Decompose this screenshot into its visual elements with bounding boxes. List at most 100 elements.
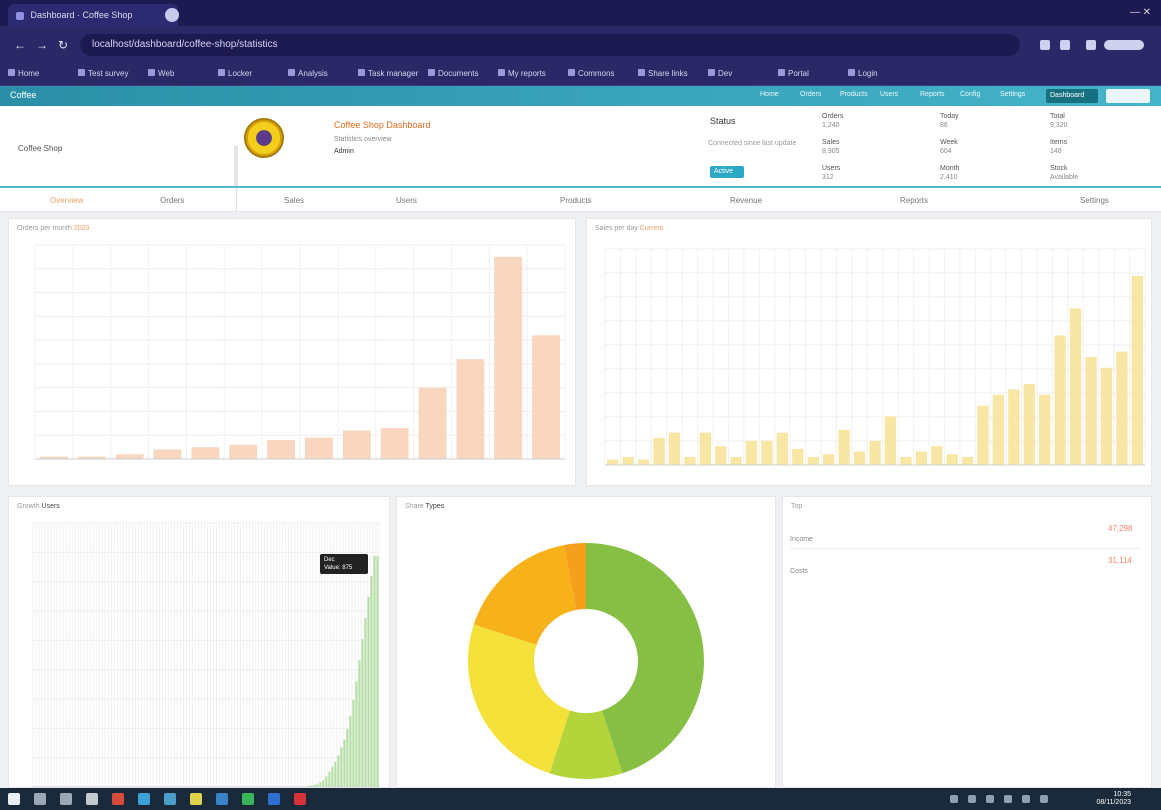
stat-label: Total	[1050, 113, 1065, 120]
chart-bar	[328, 771, 331, 787]
user-avatar[interactable]	[1106, 89, 1150, 103]
taskbar-app-icon[interactable]	[138, 793, 150, 805]
window-controls[interactable]: — ✕	[1130, 7, 1151, 18]
chart-bar	[900, 456, 912, 465]
tray-icon[interactable]	[1040, 795, 1048, 803]
taskbar-app-icon[interactable]	[190, 793, 202, 805]
stat-label: Items	[1050, 139, 1068, 146]
bookmark-label: Documents	[438, 69, 479, 78]
bookmark-item[interactable]: Commons	[568, 69, 614, 78]
system-clock[interactable]: 10:35 08/11/2023	[1096, 791, 1131, 807]
taskbar-app-icon[interactable]	[268, 793, 280, 805]
taskbar-app-icon[interactable]	[242, 793, 254, 805]
taskbar-app-icon[interactable]	[216, 793, 228, 805]
tab-reports[interactable]: Reports	[900, 196, 928, 205]
header-stat: Orders 1,240	[822, 112, 843, 130]
taskbar-app-icon[interactable]	[8, 793, 20, 805]
tray-icon[interactable]	[1004, 795, 1012, 803]
bookmark-item[interactable]: Web	[148, 69, 174, 78]
url-input[interactable]: localhost/dashboard/coffee-shop/statisti…	[80, 34, 1020, 56]
bookmark-item[interactable]: Portal	[778, 69, 809, 78]
tray-icon[interactable]	[968, 795, 976, 803]
menu-item[interactable]: Users	[880, 91, 898, 98]
chart-bar	[358, 660, 361, 787]
chart-bar	[376, 556, 379, 787]
orders-bar-chart	[34, 244, 566, 460]
tab-users[interactable]: Users	[396, 196, 417, 205]
taskbar-app-icon[interactable]	[164, 793, 176, 805]
taskbar-app-icon[interactable]	[294, 793, 306, 805]
header-user: Admin	[334, 148, 354, 155]
donut-slice	[467, 624, 570, 774]
tooltip-title: Dec	[324, 557, 335, 563]
tab-settings[interactable]: Settings	[1080, 196, 1109, 205]
chart-bar	[319, 782, 322, 787]
browser-tab[interactable]: Dashboard · Coffee Shop	[8, 4, 178, 26]
bookmark-label: Home	[18, 69, 40, 78]
bookmark-icon	[288, 69, 295, 76]
bookmark-item[interactable]: My reports	[498, 69, 546, 78]
chart-bar	[456, 359, 485, 459]
menu-item[interactable]: Settings	[1000, 91, 1025, 98]
profile-icon[interactable]	[1086, 40, 1096, 50]
stat-value: 86	[940, 122, 948, 129]
tab-revenue[interactable]: Revenue	[730, 196, 762, 205]
bookmark-icon	[778, 69, 785, 76]
chart-bar	[792, 448, 804, 465]
tab-sales[interactable]: Sales	[284, 196, 304, 205]
panel-title-highlight: Types	[425, 503, 445, 510]
menu-item[interactable]: Reports	[920, 91, 945, 98]
chart-bar	[1116, 351, 1128, 465]
tab-overview[interactable]: Overview	[50, 196, 83, 205]
bookmark-item[interactable]: Analysis	[288, 69, 328, 78]
bookmark-item[interactable]: Home	[8, 69, 39, 78]
tab-orders[interactable]: Orders	[160, 196, 184, 205]
header-title: Coffee Shop Dashboard	[334, 120, 431, 130]
tray-icon[interactable]	[986, 795, 994, 803]
bookmark-item[interactable]: Login	[848, 69, 878, 78]
stat-value: 2,410	[940, 174, 958, 181]
bookmark-item[interactable]: Dev	[708, 69, 732, 78]
chart-bar	[361, 639, 364, 787]
chart-bar	[977, 405, 989, 465]
bookmarks-bar: Home Test survey Web Locker Analysis Task man…	[0, 64, 1161, 86]
chart-bar	[367, 596, 370, 787]
taskbar-app-icon[interactable]	[112, 793, 124, 805]
menu-item[interactable]: Config	[960, 91, 980, 98]
bookmark-item[interactable]: Test survey	[78, 69, 128, 78]
list-item-value: 47,298	[1108, 524, 1133, 533]
chart-bar	[668, 432, 681, 465]
back-icon[interactable]: ←	[14, 38, 26, 52]
update-button[interactable]	[1104, 40, 1144, 50]
panel-title: Growth Users	[17, 503, 60, 510]
extension-icon[interactable]	[1060, 40, 1070, 50]
menu-item[interactable]: Orders	[800, 91, 821, 98]
forward-icon[interactable]: →	[36, 38, 48, 52]
taskbar-app-icon[interactable]	[86, 793, 98, 805]
menu-item[interactable]: Products	[840, 91, 868, 98]
tray-icon[interactable]	[1022, 795, 1030, 803]
panel-title: Orders per month 2023	[17, 225, 89, 232]
bookmark-item[interactable]: Task manager	[358, 69, 418, 78]
page-header: Coffee Shop Coffee Shop Dashboard Statis…	[0, 106, 1161, 188]
tray-icon[interactable]	[950, 795, 958, 803]
chart-bar	[838, 429, 850, 465]
bookmark-item[interactable]: Share links	[638, 69, 688, 78]
taskbar-app-icon[interactable]	[34, 793, 46, 805]
tab-products[interactable]: Products	[560, 196, 592, 205]
menu-item-active[interactable]: Dashboard	[1046, 89, 1098, 103]
new-tab-icon[interactable]	[165, 8, 179, 22]
bookmark-item[interactable]: Locker	[218, 69, 252, 78]
status-badge[interactable]: Active	[710, 166, 744, 178]
taskbar-app-icon[interactable]	[60, 793, 72, 805]
header-stat: Stock Available	[1050, 164, 1078, 182]
bookmark-item[interactable]: Documents	[428, 69, 478, 78]
bookmark-icon	[568, 69, 575, 76]
reload-icon[interactable]: ↻	[58, 38, 68, 52]
chart-bar	[961, 456, 974, 465]
panel-title: Sales per day Current	[595, 225, 663, 232]
stat-label: Orders	[822, 113, 844, 120]
menu-item[interactable]: Home	[760, 91, 779, 98]
extension-icon[interactable]	[1040, 40, 1050, 50]
app-brand[interactable]: Coffee	[10, 90, 36, 100]
